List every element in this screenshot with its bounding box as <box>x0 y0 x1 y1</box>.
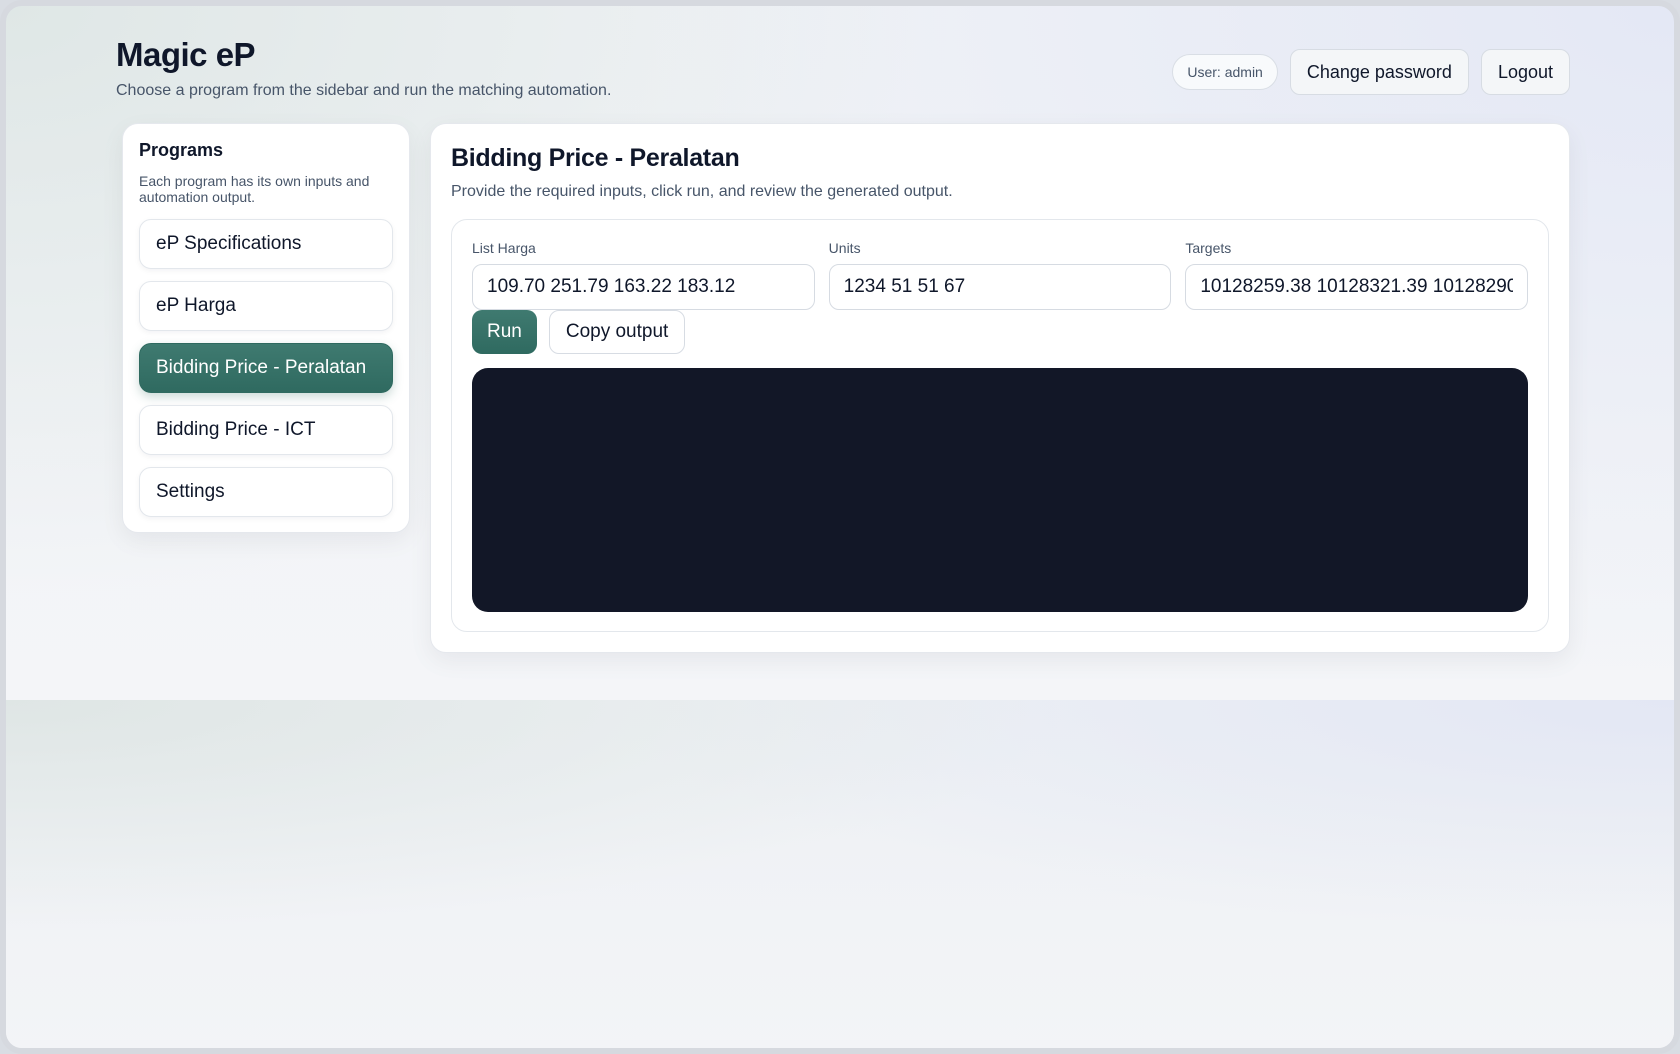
app-header: Magic eP Choose a program from the sideb… <box>116 36 1570 108</box>
page-title: Bidding Price - Peralatan <box>451 144 740 172</box>
units-label: Units <box>828 240 861 256</box>
change-password-button[interactable]: Change password <box>1289 49 1469 95</box>
targets-field-group: Targets <box>1185 240 1529 310</box>
app-window: Magic eP Choose a program from the sideb… <box>0 0 1680 1054</box>
page-description: Provide the required inputs, click run, … <box>451 183 953 200</box>
sidebar-description: Each program has its own inputs and auto… <box>139 173 370 205</box>
page-background-lower <box>6 700 1674 1048</box>
sidebar-item-bidding-price-peralatan[interactable]: Bidding Price - Peralatan <box>139 343 393 393</box>
sidebar-title: Programs <box>139 140 224 160</box>
program-panel: Bidding Price - Peralatan Provide the re… <box>430 123 1570 653</box>
action-buttons: Run Copy output <box>472 310 1528 354</box>
program-list: eP Specifications eP Harga Bidding Price… <box>139 219 393 517</box>
sidebar-item-ep-harga[interactable]: eP Harga <box>139 281 393 331</box>
sidebar-item-ep-specifications[interactable]: eP Specifications <box>139 219 393 269</box>
user-badge: User: admin <box>1172 54 1278 90</box>
list-harga-field-group: List Harga <box>472 240 815 310</box>
units-input[interactable] <box>828 264 1172 310</box>
targets-input[interactable] <box>1185 264 1529 310</box>
input-fields: List Harga Units Targets <box>472 240 1529 310</box>
logout-button[interactable]: Logout <box>1480 49 1570 95</box>
programs-sidebar: Programs Each program has its own inputs… <box>122 123 410 533</box>
sidebar-item-settings[interactable]: Settings <box>139 467 393 517</box>
header-actions: User: admin Change password Logout <box>1172 49 1570 95</box>
list-harga-input[interactable] <box>472 264 815 310</box>
input-panel: List Harga Units Targets Run Copy output <box>451 219 1549 632</box>
sidebar-item-bidding-price-ict[interactable]: Bidding Price - ICT <box>139 405 393 455</box>
run-button[interactable]: Run <box>472 310 537 354</box>
units-field-group: Units <box>828 240 1172 310</box>
copy-output-button[interactable]: Copy output <box>548 310 686 354</box>
output-console[interactable] <box>472 368 1528 612</box>
list-harga-label: List Harga <box>472 240 536 256</box>
targets-label: Targets <box>1185 240 1232 256</box>
